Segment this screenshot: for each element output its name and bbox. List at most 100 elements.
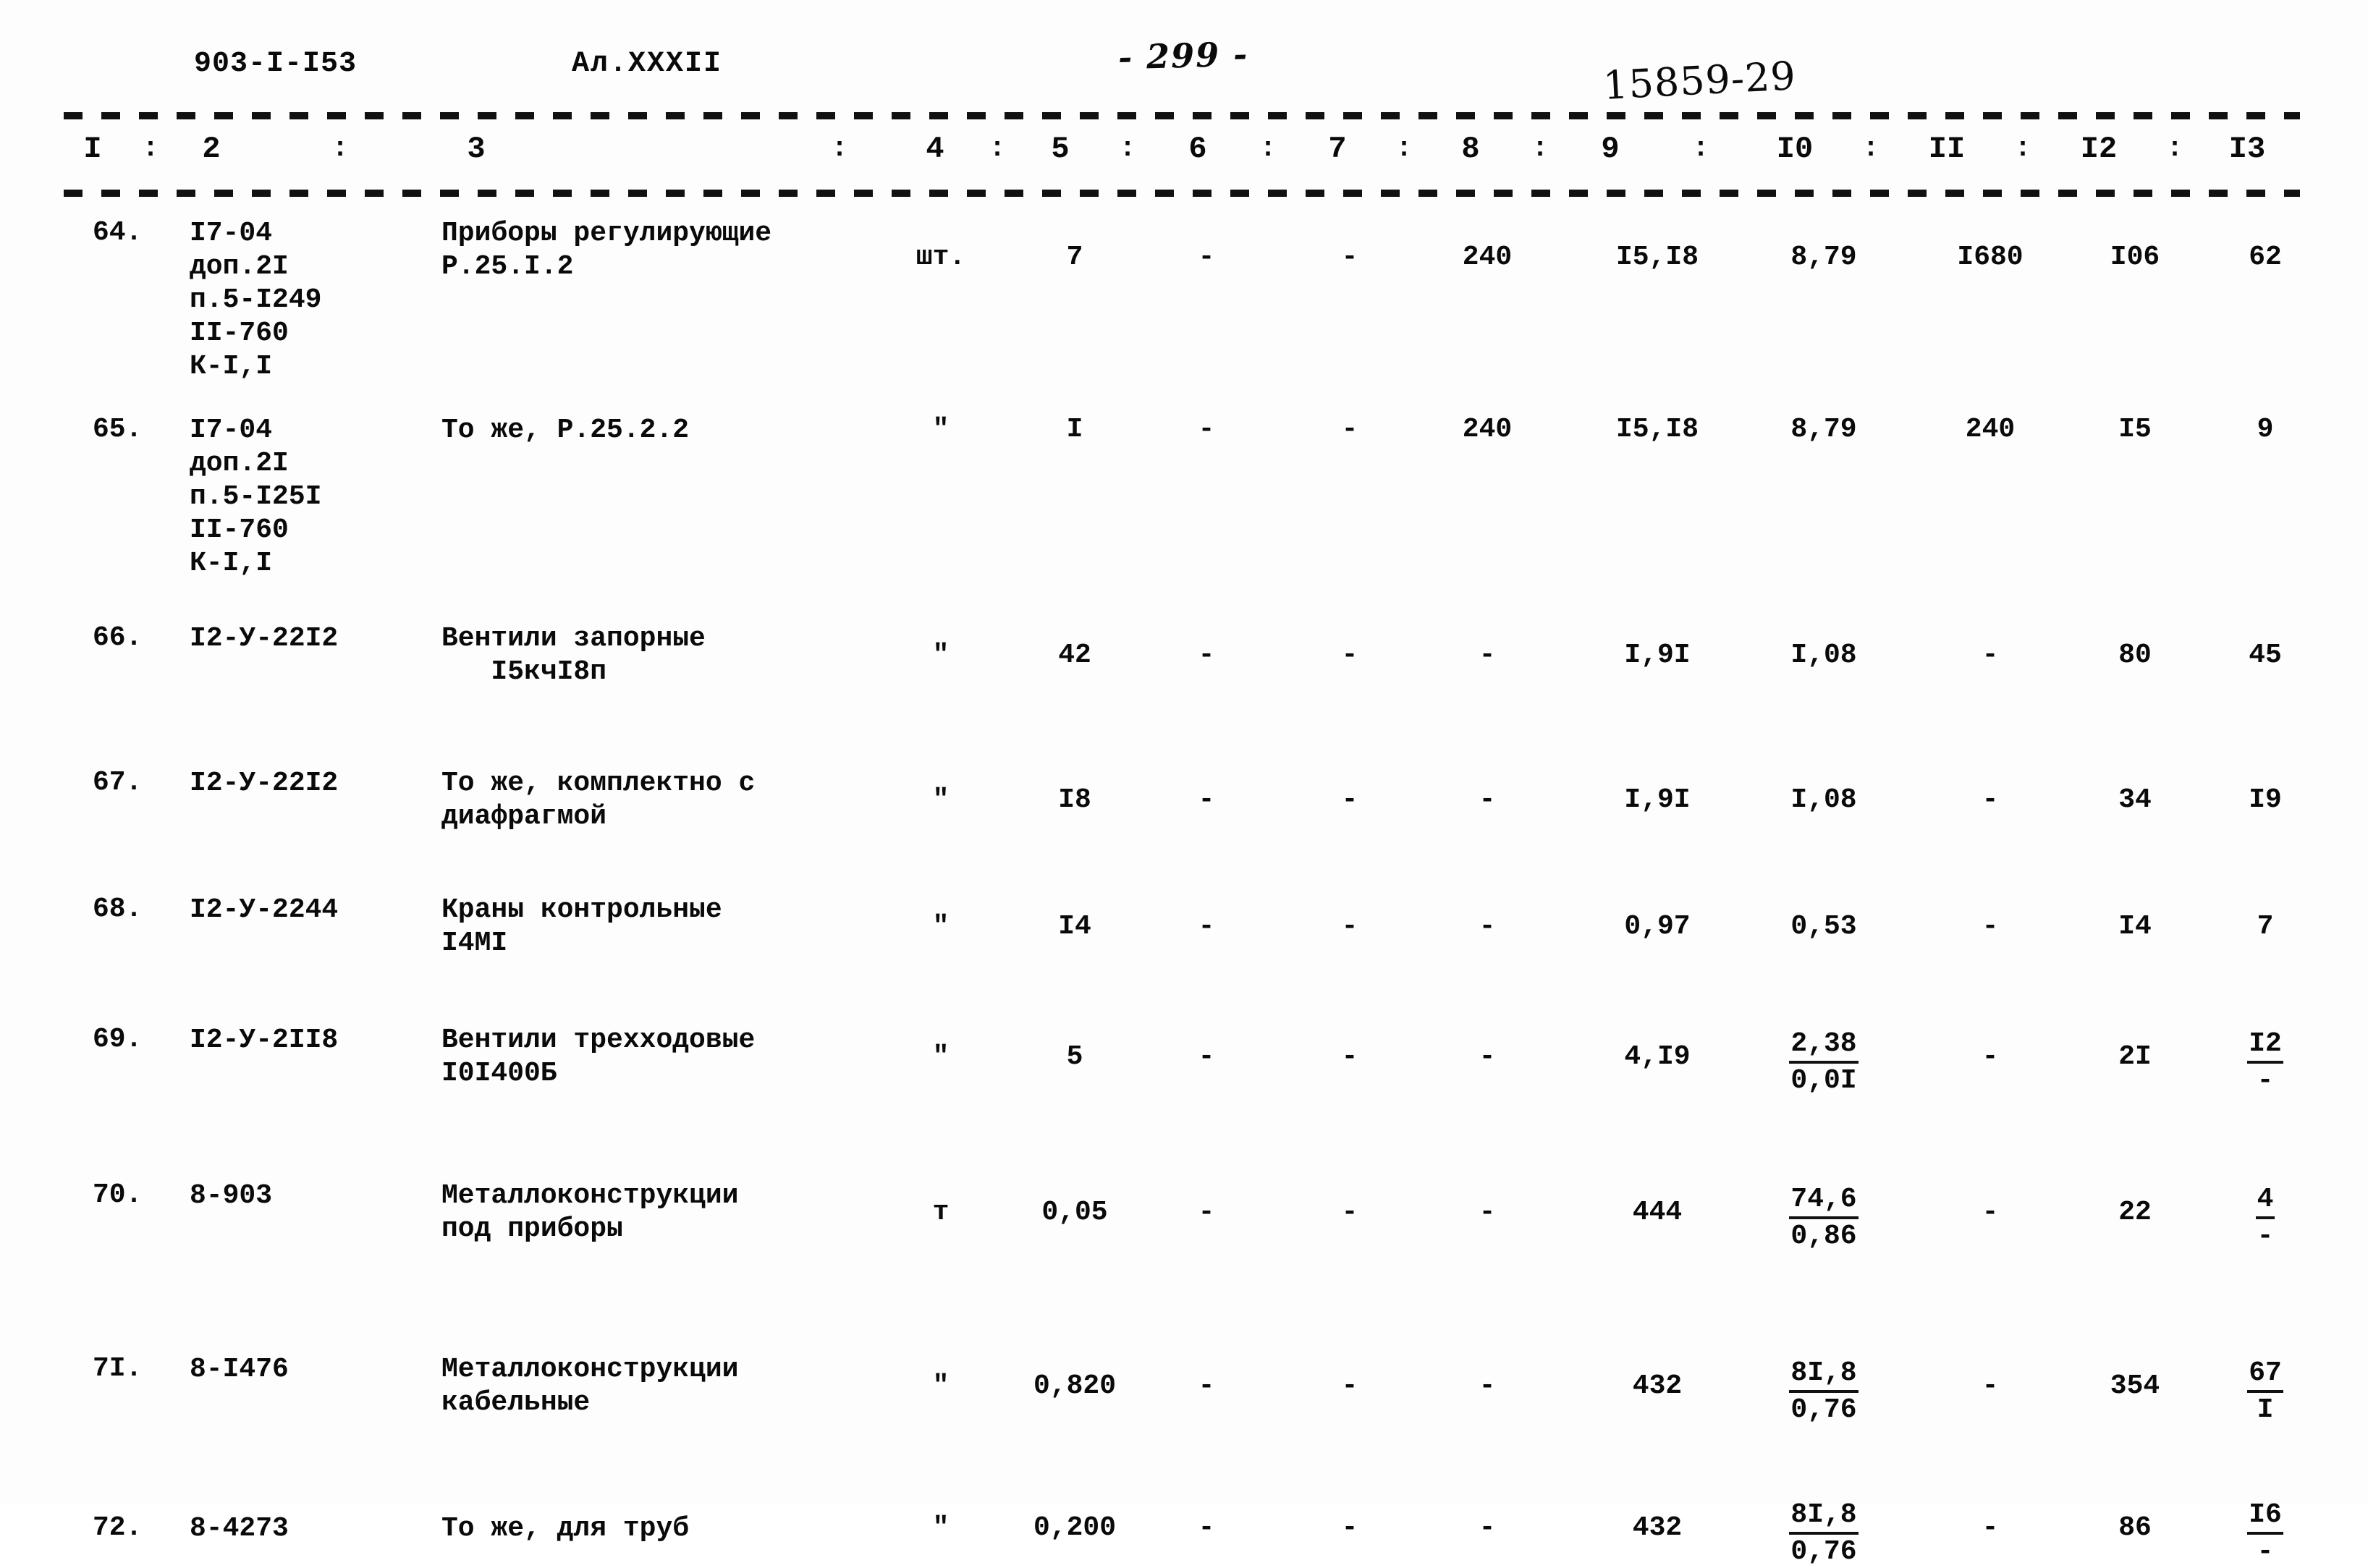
row-value-13: 45 xyxy=(2249,640,2282,671)
row-value-11: - xyxy=(1982,1041,1999,1072)
column-separator-7: : xyxy=(1395,133,1413,164)
row-value-7: - xyxy=(1341,640,1358,671)
row-value-12: I5 xyxy=(2118,414,2152,445)
row-name: Вентили запорные I5кчI8п xyxy=(441,623,706,687)
row-value-13: I6- xyxy=(2207,1499,2323,1568)
row-value-9: 432 xyxy=(1632,1512,1683,1543)
row-value-10-denominator: 0,86 xyxy=(1790,1221,1857,1252)
row-value-8: 240 xyxy=(1462,242,1513,273)
row-value-12: 86 xyxy=(2118,1512,2152,1543)
table-row: 72. 8-4273 То же, для труб " 0,200 - - - 432 8I,8… xyxy=(0,1499,2368,1567)
row-value-12: 80 xyxy=(2118,640,2152,671)
column-separator-8: : xyxy=(1531,133,1549,164)
row-name: То же, Р.25.2.2 xyxy=(441,415,690,446)
row-value-6: - xyxy=(1198,414,1215,445)
column-header-11: II xyxy=(1928,132,1966,166)
row-value-10-denominator: 0,76 xyxy=(1790,1394,1857,1425)
row-number: 64. xyxy=(93,217,143,248)
column-separator-1: : xyxy=(142,133,159,164)
row-number: 70. xyxy=(93,1179,143,1211)
row-name: То же, для труб xyxy=(441,1513,690,1544)
row-value-13-numerator: I2 xyxy=(2247,1028,2283,1064)
row-value-6: - xyxy=(1198,784,1215,815)
row-value-13: 9 xyxy=(2257,414,2274,445)
row-value-10: 8,79 xyxy=(1790,242,1857,273)
row-value-10: 8I,8 0,76 xyxy=(1751,1357,1896,1426)
row-value-13-denominator: - xyxy=(2257,1221,2274,1252)
row-value-10: 8I,8 0,76 xyxy=(1751,1499,1896,1568)
row-value-7: - xyxy=(1341,1370,1358,1402)
album-label: Ал.XXXII xyxy=(572,48,723,80)
row-value-8: - xyxy=(1479,1041,1496,1072)
row-value-13: 7 xyxy=(2257,911,2274,942)
column-header-7: 7 xyxy=(1328,132,1347,166)
row-unit: " xyxy=(932,414,950,445)
row-unit: " xyxy=(932,1370,950,1402)
column-header-9: 9 xyxy=(1601,132,1620,166)
column-separator-12: : xyxy=(2166,133,2183,164)
row-value-10: 0,53 xyxy=(1790,911,1857,942)
column-header-1: I xyxy=(83,132,102,166)
row-unit: " xyxy=(932,1041,950,1072)
row-value-10: I,08 xyxy=(1790,640,1857,671)
row-value-10-numerator: 74,6 xyxy=(1789,1184,1859,1219)
row-number: 67. xyxy=(93,767,143,798)
row-value-10: 8,79 xyxy=(1790,414,1857,445)
row-value-11: I680 xyxy=(1957,242,2024,273)
row-value-13-numerator: 67 xyxy=(2247,1357,2283,1393)
row-value-7: - xyxy=(1341,1041,1358,1072)
column-header-12: I2 xyxy=(2080,132,2118,166)
row-value-11: - xyxy=(1982,1197,1999,1228)
row-value-12: 354 xyxy=(2110,1370,2160,1402)
row-value-11: - xyxy=(1982,1370,1999,1402)
row-value-10-denominator: 0,0I xyxy=(1790,1065,1857,1096)
row-value-5: I4 xyxy=(1058,911,1091,942)
row-code: I2-У-22I2 xyxy=(190,768,339,799)
column-separator-4: : xyxy=(989,133,1006,164)
row-unit: " xyxy=(932,640,950,671)
row-value-8: - xyxy=(1479,1512,1496,1543)
row-code: 8-903 xyxy=(190,1180,273,1211)
row-value-10: I,08 xyxy=(1790,784,1857,815)
row-value-5: 0,200 xyxy=(1033,1512,1117,1543)
table-row: 66. I2-У-22I2 Вентили запорные I5кчI8п " 42 -… xyxy=(0,622,2368,687)
row-value-13-denominator: I xyxy=(2257,1394,2274,1425)
table-row: 70. 8-903 Металлоконструкции под приборы т 0… xyxy=(0,1179,2368,1252)
row-name: Металлоконструкции кабельные xyxy=(441,1354,739,1418)
table-row: 65. I7-04 доп.2I п.5-I25I II-760 К-I,I То … xyxy=(0,414,2368,579)
row-value-11: - xyxy=(1982,911,1999,942)
table-row: 7I. 8-I476 Металлоконструкции кабельные " 0,… xyxy=(0,1353,2368,1425)
column-separator-6: : xyxy=(1259,133,1277,164)
row-value-13-numerator: 4 xyxy=(2255,1184,2275,1219)
row-value-9: I5,I8 xyxy=(1615,242,1699,273)
column-header-10: I0 xyxy=(1776,132,1814,166)
row-value-6: - xyxy=(1198,640,1215,671)
row-code: I2-У-22I2 xyxy=(190,623,339,654)
row-value-10-numerator: 2,38 xyxy=(1789,1028,1859,1064)
column-separator-5: : xyxy=(1119,133,1136,164)
row-value-9: 0,97 xyxy=(1624,911,1691,942)
row-name: Приборы регулирующие Р.25.I.2 xyxy=(441,218,772,282)
row-code: I7-04 доп.2I п.5-I249 II-760 К-I,I xyxy=(190,218,322,382)
row-value-9: I,9I xyxy=(1624,784,1691,815)
row-value-5: I8 xyxy=(1058,784,1091,815)
row-value-12: I06 xyxy=(2110,242,2160,273)
row-value-7: - xyxy=(1341,414,1358,445)
row-number: 66. xyxy=(93,622,143,653)
row-unit: " xyxy=(932,784,950,815)
row-value-11: - xyxy=(1982,640,1999,671)
row-code: I7-04 доп.2I п.5-I25I II-760 К-I,I xyxy=(190,415,322,579)
row-value-13-denominator: - xyxy=(2257,1536,2274,1567)
row-value-8: - xyxy=(1479,784,1496,815)
row-value-13: 67 I xyxy=(2207,1357,2323,1426)
column-header-13: I3 xyxy=(2228,132,2266,166)
column-separator-10: : xyxy=(1862,133,1879,164)
row-value-8: - xyxy=(1479,1370,1496,1402)
row-code: 8-4273 xyxy=(190,1513,289,1544)
row-value-9: 432 xyxy=(1632,1370,1683,1402)
row-code: 8-I476 xyxy=(190,1354,289,1385)
row-value-5: 0,820 xyxy=(1033,1370,1117,1402)
row-value-13-denominator: - xyxy=(2257,1065,2274,1096)
row-code: I2-У-2II8 xyxy=(190,1025,339,1056)
row-value-5: 7 xyxy=(1066,242,1083,273)
